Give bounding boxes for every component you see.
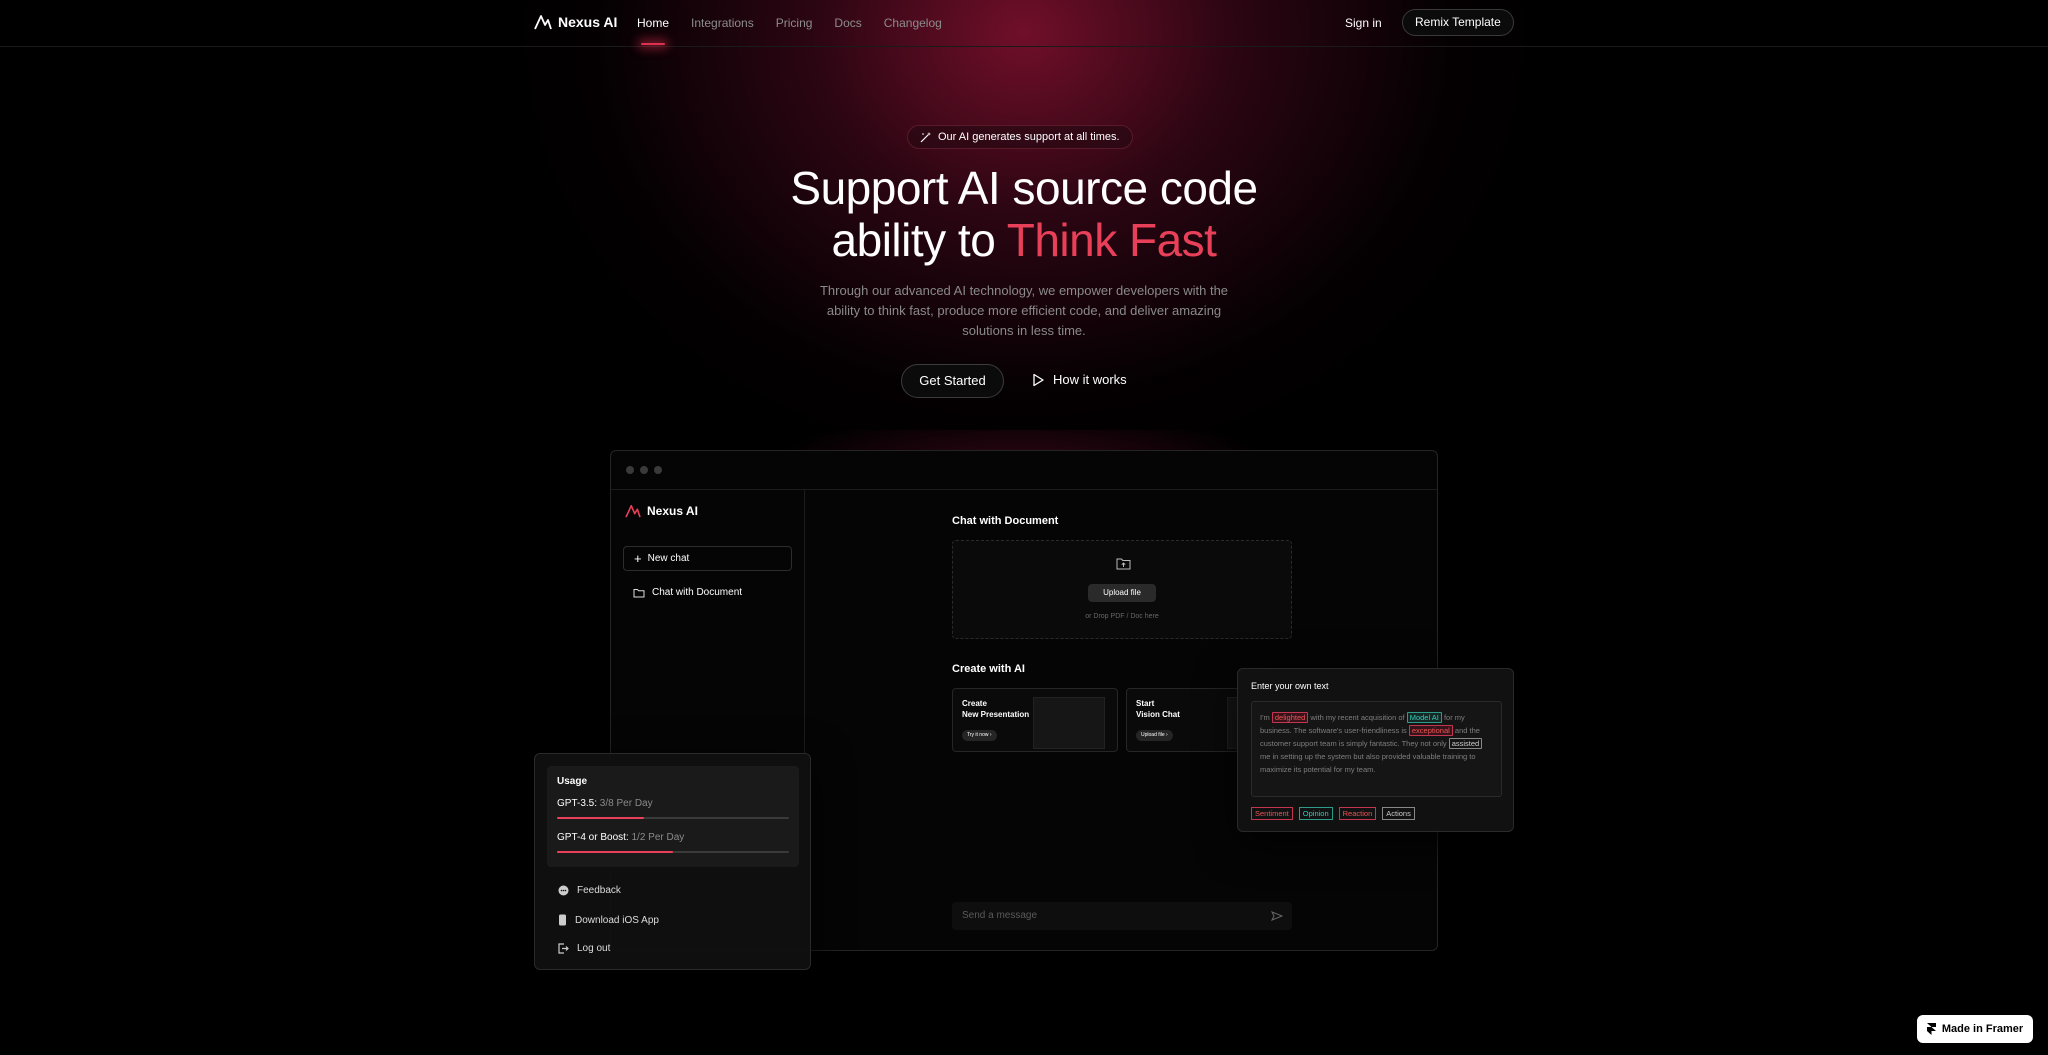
- new-chat-label: New chat: [647, 553, 690, 564]
- card-title-line2: Vision Chat: [1136, 710, 1180, 719]
- hero-title: Support AI source code ability to Think …: [624, 162, 1424, 266]
- usage-title: Usage: [557, 776, 588, 787]
- how-it-works-button[interactable]: How it works: [1031, 372, 1127, 387]
- window-dot-1: [626, 466, 634, 474]
- gpt35-progress-fill: [557, 817, 644, 819]
- sign-in-link[interactable]: Sign in: [1345, 16, 1382, 30]
- nexus-logo-icon: [534, 15, 552, 30]
- menu-feedback[interactable]: Feedback: [558, 885, 621, 896]
- brand-logo[interactable]: Nexus AI: [534, 14, 617, 30]
- chat-doc-title: Chat with Document: [952, 515, 1059, 527]
- hero-title-accent: Think Fast: [1006, 214, 1217, 266]
- nav-integrations[interactable]: Integrations: [691, 16, 754, 30]
- nexus-logo-icon: [625, 504, 641, 518]
- text-segment: me in setting up the system but also pro…: [1260, 752, 1476, 774]
- try-now-label: Try it now: [967, 732, 989, 738]
- brand-name: Nexus AI: [558, 14, 618, 30]
- feedback-icon: [558, 885, 569, 896]
- gpt4-progress: [557, 851, 789, 853]
- nav-home[interactable]: Home: [637, 16, 669, 45]
- highlight-reaction: exceptional: [1408, 725, 1453, 736]
- gpt35-value: 3/8 Per Day: [599, 798, 653, 809]
- highlight-opinion: Model AI: [1406, 712, 1442, 723]
- tag-sentiment[interactable]: Sentiment: [1251, 807, 1293, 820]
- card-title: Create New Presentation: [962, 698, 1029, 720]
- nav-links: Home Integrations Pricing Docs Changelog: [637, 16, 964, 45]
- highlight-sentiment: delighted: [1271, 712, 1309, 723]
- phone-icon: [559, 914, 566, 926]
- card-title: Start Vision Chat: [1136, 698, 1180, 720]
- nav-pricing[interactable]: Pricing: [776, 16, 813, 30]
- upload-hint: or Drop PDF / Doc here: [1085, 613, 1159, 620]
- remix-template-button[interactable]: Remix Template: [1402, 9, 1514, 36]
- card-vision-chat[interactable]: Start Vision Chat Upload file ›: [1126, 688, 1257, 752]
- try-now-button[interactable]: Try it now ›: [962, 730, 997, 741]
- gpt35-label: GPT-3.5:: [557, 798, 598, 809]
- usage-panel: Usage GPT-3.5: 3/8 Per Day GPT-4 or Boos…: [534, 753, 811, 970]
- tag-opinion[interactable]: Opinion: [1298, 807, 1333, 820]
- sidebar-item-chat-document[interactable]: Chat with Document: [633, 587, 742, 598]
- highlight-action: assisted: [1448, 738, 1483, 749]
- tag-actions[interactable]: Actions: [1382, 807, 1415, 820]
- card-title-line1: Start: [1136, 699, 1155, 708]
- download-ios-label: Download iOS App: [575, 914, 659, 926]
- upload-file-button[interactable]: Upload file: [1088, 584, 1156, 602]
- magic-wand-icon: [920, 132, 931, 143]
- upload-file-small-label: Upload file: [1141, 732, 1165, 738]
- tag-list: Sentiment Opinion Reaction Actions: [1251, 807, 1415, 820]
- play-icon: [1033, 373, 1044, 386]
- hero-badge: Our AI generates support at all times.: [907, 125, 1133, 149]
- framer-logo-icon: [1926, 1023, 1936, 1035]
- tag-reaction[interactable]: Reaction: [1338, 807, 1377, 820]
- app-logo: Nexus AI: [625, 504, 698, 518]
- plus-icon: +: [634, 550, 642, 566]
- send-icon[interactable]: [1271, 911, 1283, 921]
- card-preview-image: [1033, 697, 1105, 749]
- text-analysis-panel: Enter your own text I'm delighted with m…: [1237, 668, 1514, 832]
- app-brand-name: Nexus AI: [647, 504, 698, 518]
- create-ai-title: Create with AI: [952, 663, 1025, 675]
- sidebar-item-label: Chat with Document: [652, 587, 743, 598]
- get-started-button[interactable]: Get Started: [901, 364, 1004, 398]
- new-chat-button[interactable]: + New chat: [623, 546, 792, 571]
- logout-label: Log out: [577, 943, 611, 954]
- card-title-line2: New Presentation: [962, 710, 1030, 719]
- made-in-framer-badge[interactable]: Made in Framer: [1917, 1015, 2033, 1043]
- window-dot-3: [654, 466, 662, 474]
- window-titlebar: [611, 451, 1437, 490]
- gpt4-label: GPT-4 or Boost:: [557, 832, 629, 843]
- framer-label: Made in Framer: [1941, 1023, 2024, 1035]
- menu-logout[interactable]: Log out: [558, 943, 610, 954]
- card-new-presentation[interactable]: Create New Presentation Try it now ›: [952, 688, 1118, 752]
- upload-dropzone[interactable]: Upload file or Drop PDF / Doc here: [952, 540, 1292, 639]
- hero-title-line2: ability to: [831, 214, 1007, 266]
- nav-docs[interactable]: Docs: [834, 16, 861, 30]
- gpt4-progress-fill: [557, 851, 673, 853]
- text-panel-title: Enter your own text: [1251, 681, 1329, 691]
- logout-icon: [558, 943, 569, 954]
- menu-download-ios[interactable]: Download iOS App: [558, 914, 659, 926]
- gpt35-progress: [557, 817, 789, 819]
- text-segment: with my recent acquisition of: [1308, 713, 1407, 722]
- folder-icon: [633, 588, 645, 597]
- feedback-label: Feedback: [577, 885, 621, 896]
- hero-subtitle: Through our advanced AI technology, we e…: [819, 283, 1229, 338]
- folder-upload-icon: [1116, 558, 1131, 570]
- how-it-works-label: How it works: [1053, 372, 1127, 387]
- gpt4-usage: GPT-4 or Boost: 1/2 Per Day: [557, 832, 684, 843]
- gpt4-value: 1/2 Per Day: [631, 832, 685, 843]
- text-segment: I'm: [1260, 713, 1272, 722]
- usage-card: Usage GPT-3.5: 3/8 Per Day GPT-4 or Boos…: [547, 766, 799, 867]
- gpt35-usage: GPT-3.5: 3/8 Per Day: [557, 798, 653, 809]
- text-input-area[interactable]: I'm delighted with my recent acquisition…: [1251, 701, 1502, 797]
- card-title-line1: Create: [962, 699, 987, 708]
- top-nav: Nexus AI Home Integrations Pricing Docs …: [0, 0, 2048, 47]
- hero-title-line1: Support AI source code: [790, 162, 1258, 214]
- upload-file-small-button[interactable]: Upload file ›: [1136, 730, 1173, 741]
- message-input[interactable]: Send a message: [952, 902, 1292, 930]
- hero-badge-text: Our AI generates support at all times.: [938, 131, 1120, 143]
- window-dot-2: [640, 466, 648, 474]
- nav-changelog[interactable]: Changelog: [884, 16, 942, 30]
